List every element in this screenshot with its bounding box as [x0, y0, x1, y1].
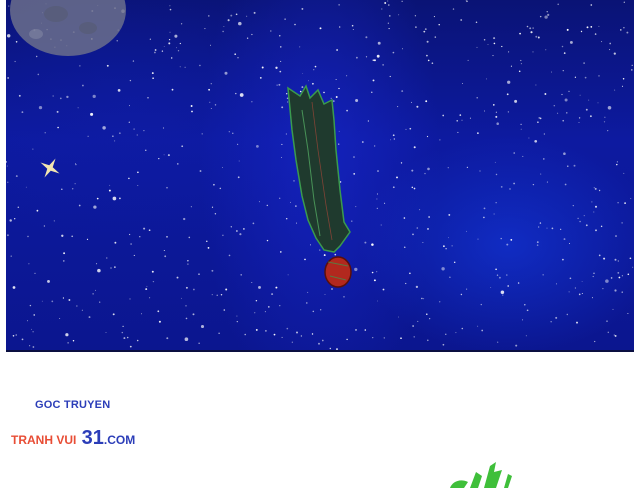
sound-effect-lettering — [446, 458, 516, 489]
falling-figure — [287, 84, 352, 288]
watermark-site-domain: .COM — [103, 433, 136, 447]
falling-figure-layer — [10, 0, 352, 288]
watermark-site: TRANH VUI 31.COM — [11, 427, 135, 450]
comic-panel-night-sky — [6, 0, 634, 352]
watermark-site-number: 31 — [81, 427, 104, 449]
watermark-site-name: TRANH VUI — [11, 433, 80, 447]
figure-head — [324, 256, 352, 288]
moon-icon — [10, 0, 126, 56]
watermark-goc-truyen: GOC TRUYEN — [35, 399, 111, 411]
sparkle-icon — [40, 158, 60, 178]
